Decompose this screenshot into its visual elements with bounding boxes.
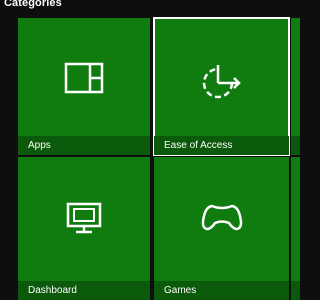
tile-label-ease-of-access: Ease of Access xyxy=(164,140,233,151)
tile-dashboard[interactable]: Dashboard xyxy=(18,157,150,300)
tile-partial[interactable] xyxy=(291,18,300,155)
tile-partial[interactable] xyxy=(291,157,300,300)
ease-of-access-icon xyxy=(199,62,245,107)
tile-label-dashboard: Dashboard xyxy=(28,285,77,296)
section-title: Categories xyxy=(4,0,62,9)
dashboard-icon xyxy=(66,202,102,239)
controller-icon xyxy=(201,202,243,237)
tile-label-apps: Apps xyxy=(28,140,51,151)
tile-label-games: Games xyxy=(164,285,197,296)
tile-ease-of-access[interactable]: Ease of Access xyxy=(153,17,290,156)
apps-icon xyxy=(64,62,104,99)
tile-games[interactable]: Games xyxy=(154,157,289,300)
tile-label-bar xyxy=(291,281,300,300)
categories-screen: Categories Apps Ease of Access Dashboard… xyxy=(0,0,300,300)
tile-apps[interactable]: Apps xyxy=(18,18,150,155)
tile-label-bar xyxy=(291,136,300,155)
